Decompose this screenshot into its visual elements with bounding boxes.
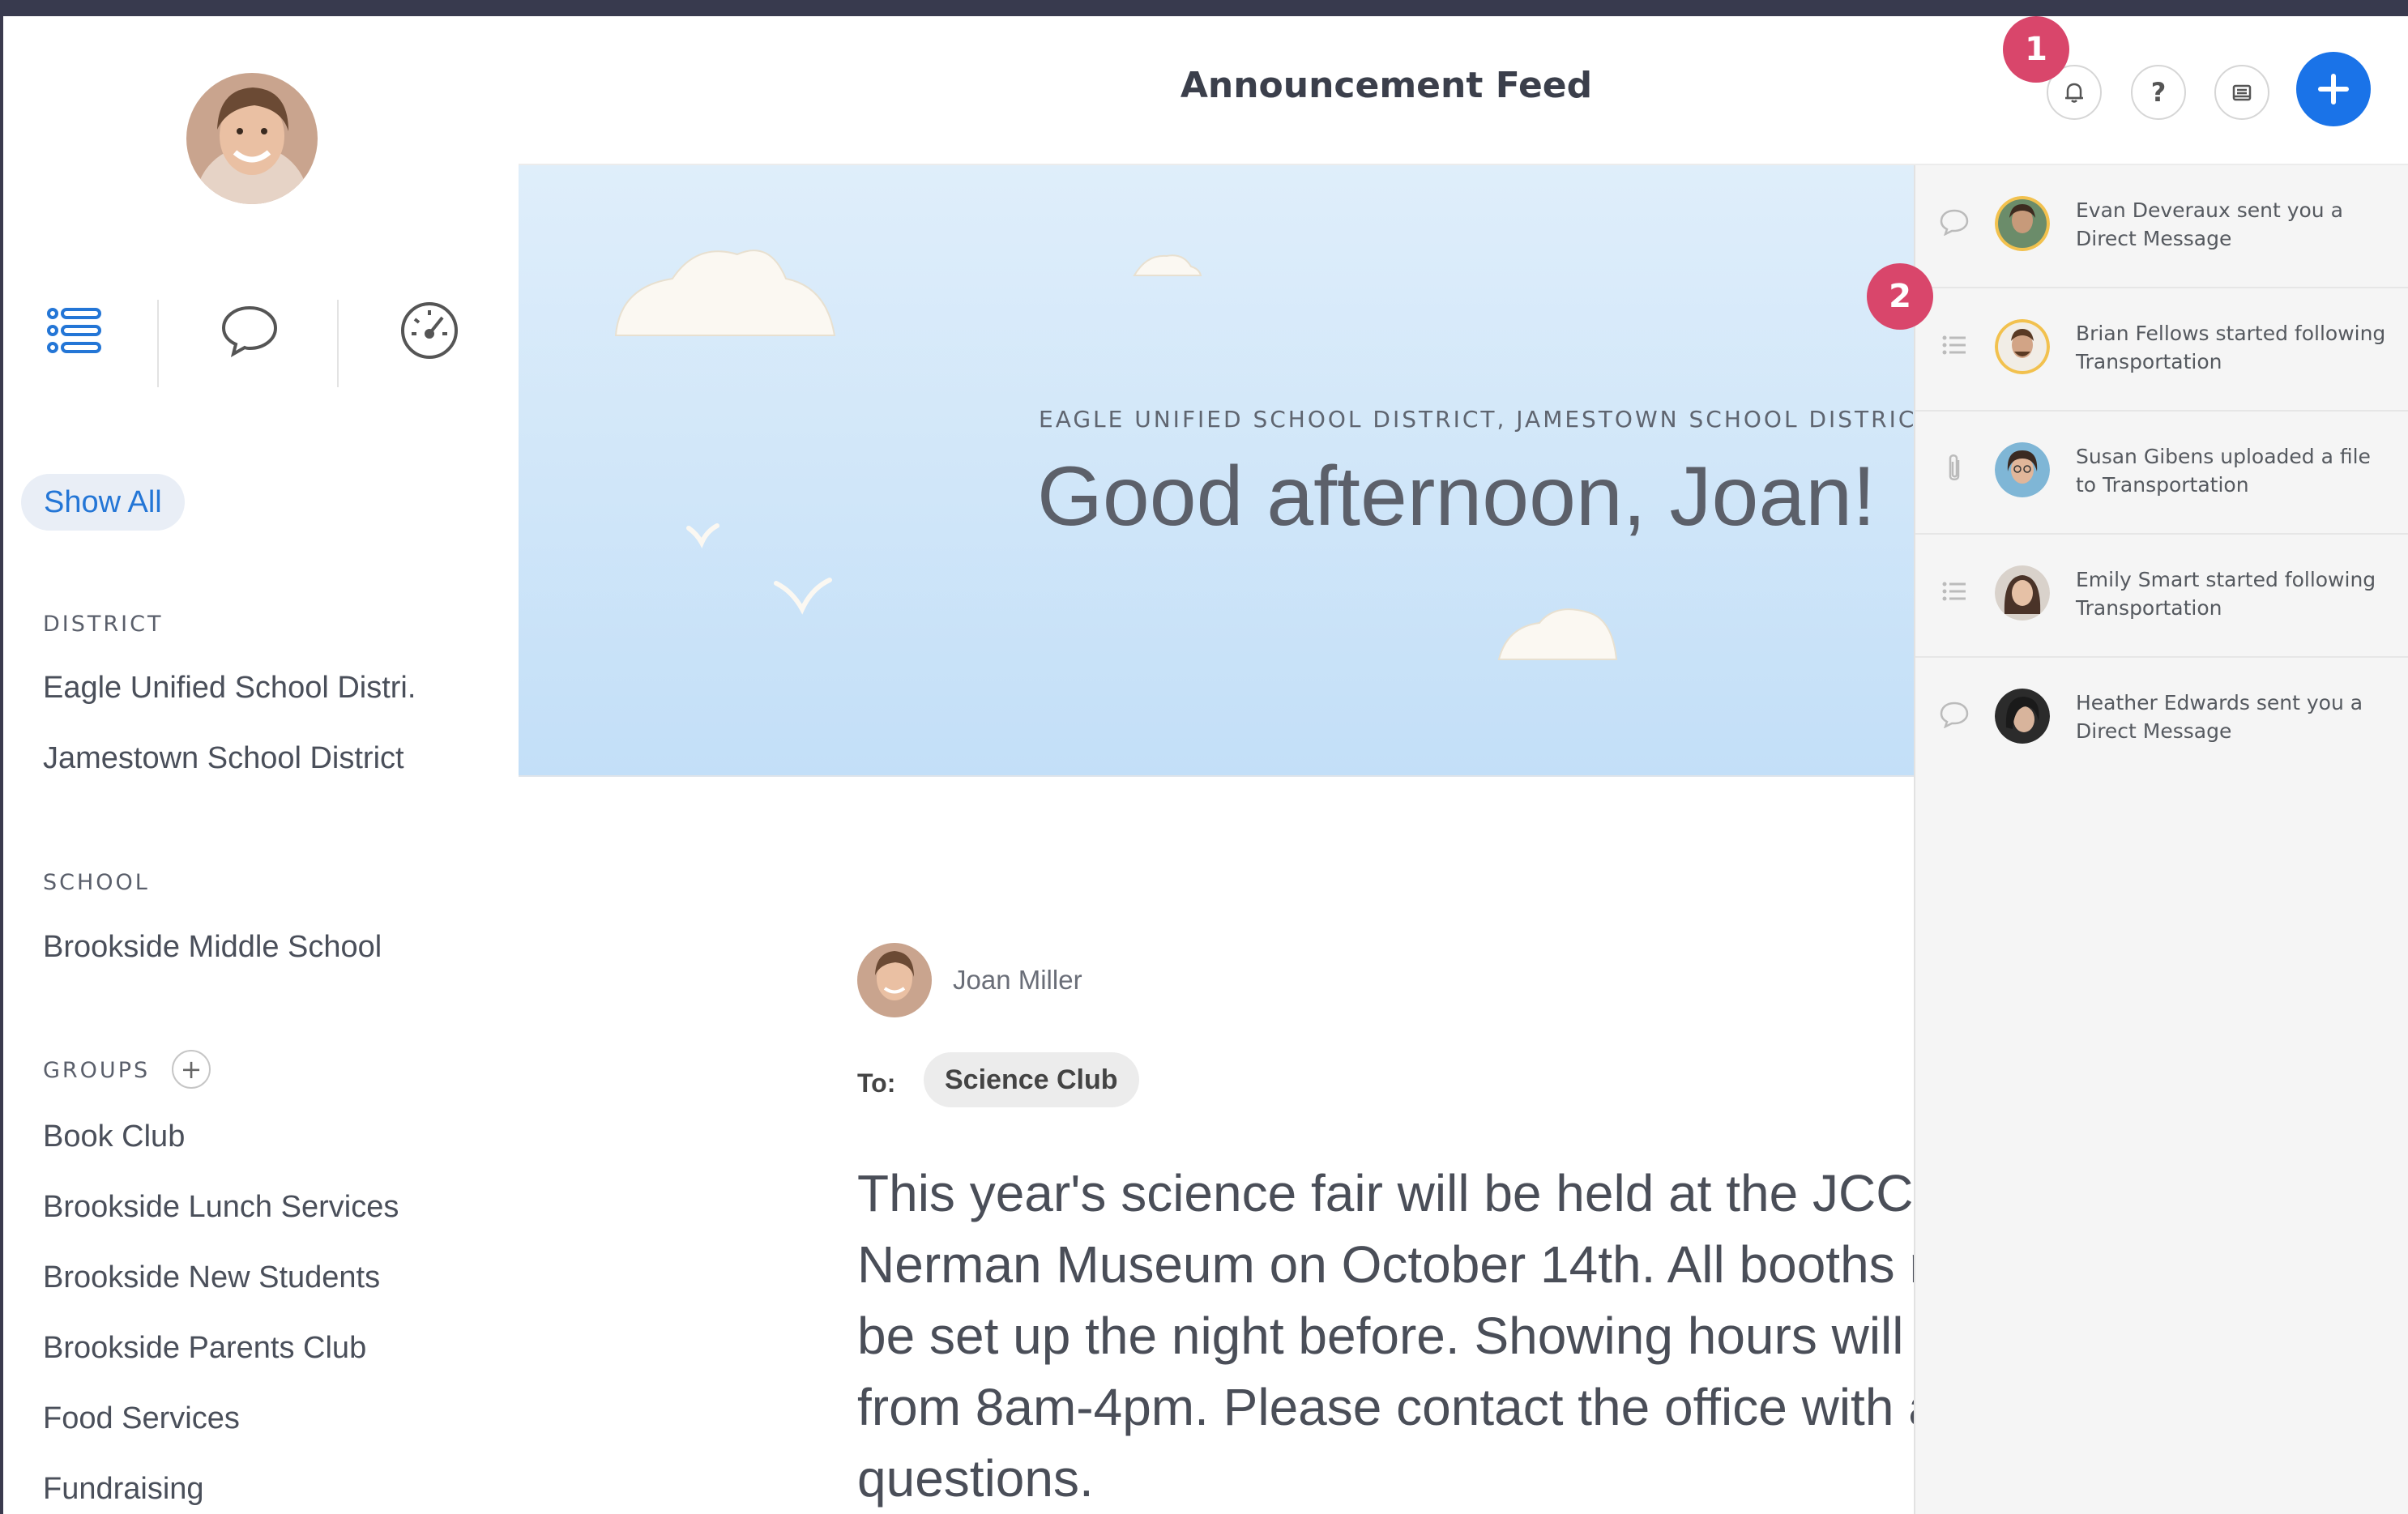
author-name[interactable]: Joan Miller bbox=[953, 965, 1082, 996]
plus-icon bbox=[2318, 74, 2349, 104]
recipient-chip[interactable]: Science Club bbox=[924, 1052, 1139, 1107]
help-label: ? bbox=[2150, 77, 2167, 108]
notifications-panel: Evan Deveraux sent you a Direct Message … bbox=[1914, 165, 2408, 1514]
author-avatar[interactable] bbox=[857, 943, 932, 1017]
sidebar-item-school[interactable]: Brookside Middle School bbox=[43, 930, 382, 965]
new-post-button[interactable] bbox=[2296, 52, 2371, 126]
message-icon bbox=[1938, 698, 1970, 731]
sidebar-item-group[interactable]: Fundraising bbox=[43, 1472, 204, 1507]
nav-divider bbox=[337, 300, 339, 387]
sidebar-item-group[interactable]: Food Services bbox=[43, 1401, 240, 1436]
post-body: This year's science fair will be held at… bbox=[857, 1164, 1914, 1508]
notification-text: Evan Deveraux sent you a Direct Message bbox=[2076, 198, 2343, 250]
sidebar-item-group[interactable]: Brookside Parents Club bbox=[43, 1331, 366, 1366]
groups-section-label: GROUPS bbox=[43, 1058, 151, 1083]
inbox-button[interactable] bbox=[2214, 65, 2269, 120]
district-names: EAGLE UNIFIED SCHOOL DISTRICT, JAMESTOWN… bbox=[1039, 406, 1914, 433]
callout-badge-2: 2 bbox=[1867, 263, 1933, 330]
notification-item[interactable]: Brian Fellows started following Transpor… bbox=[1915, 288, 2408, 412]
list-icon bbox=[1938, 575, 1970, 608]
page-title-wrap: Announcement Feed bbox=[519, 65, 2408, 106]
avatar bbox=[1995, 196, 2050, 251]
show-all-filter[interactable]: Show All bbox=[21, 474, 185, 531]
app-frame: Show All DISTRICT Eagle Unified School D… bbox=[3, 16, 2408, 1514]
notification-item[interactable]: Evan Deveraux sent you a Direct Message bbox=[1915, 165, 2408, 288]
announcement-post: Joan Miller To: Science Club This year's… bbox=[519, 777, 1914, 1514]
inbox-tray-icon bbox=[2232, 84, 2252, 101]
greeting-banner: EAGLE UNIFIED SCHOOL DISTRICT, JAMESTOWN… bbox=[519, 165, 1914, 777]
notification-item[interactable]: Heather Edwards sent you a Direct Messag… bbox=[1915, 658, 2408, 779]
paperclip-icon bbox=[1938, 452, 1970, 484]
nav-divider bbox=[157, 300, 159, 387]
messages-icon[interactable] bbox=[217, 298, 282, 363]
sidebar-item-group[interactable]: Book Club bbox=[43, 1120, 185, 1154]
notification-text: Susan Gibens uploaded a file to Transpor… bbox=[2076, 445, 2371, 497]
callout-badge-1: 1 bbox=[2003, 16, 2069, 83]
school-section-label: SCHOOL bbox=[43, 870, 150, 895]
notification-text: Heather Edwards sent you a Direct Messag… bbox=[2076, 691, 2363, 743]
notification-text: Emily Smart started following Transporta… bbox=[2076, 568, 2376, 620]
notification-item[interactable]: Emily Smart started following Transporta… bbox=[1915, 535, 2408, 658]
message-icon bbox=[1938, 206, 1970, 238]
avatar bbox=[1995, 565, 2050, 621]
add-group-button[interactable]: + bbox=[172, 1050, 211, 1089]
sidebar: Show All DISTRICT Eagle Unified School D… bbox=[3, 16, 520, 1514]
list-icon bbox=[1938, 329, 1970, 361]
avatar bbox=[1995, 442, 2050, 497]
avatar bbox=[1995, 689, 2050, 744]
window-top-bar bbox=[0, 0, 2408, 16]
to-label: To: bbox=[857, 1068, 896, 1098]
sidebar-item-district[interactable]: Eagle Unified School Distri. bbox=[43, 671, 416, 706]
dashboard-gauge-icon[interactable] bbox=[397, 298, 462, 363]
avatar bbox=[1995, 319, 2050, 374]
notification-text: Brian Fellows started following Transpor… bbox=[2076, 322, 2386, 373]
sidebar-nav bbox=[3, 284, 519, 389]
bell-icon bbox=[2065, 83, 2083, 103]
user-avatar[interactable] bbox=[186, 73, 318, 204]
feed-list-icon[interactable] bbox=[42, 298, 107, 363]
sidebar-item-group[interactable]: Brookside New Students bbox=[43, 1260, 380, 1295]
greeting-text: Good afternoon, Joan! bbox=[1037, 450, 1876, 544]
page-header: Announcement Feed ? bbox=[519, 16, 2408, 165]
sidebar-item-district[interactable]: Jamestown School District bbox=[43, 741, 404, 776]
notification-item[interactable]: Susan Gibens uploaded a file to Transpor… bbox=[1915, 412, 2408, 535]
sidebar-item-group[interactable]: Brookside Lunch Services bbox=[43, 1190, 399, 1225]
page-title: Announcement Feed bbox=[1180, 65, 1593, 106]
district-section-label: DISTRICT bbox=[43, 612, 164, 637]
help-button[interactable]: ? bbox=[2131, 65, 2186, 120]
